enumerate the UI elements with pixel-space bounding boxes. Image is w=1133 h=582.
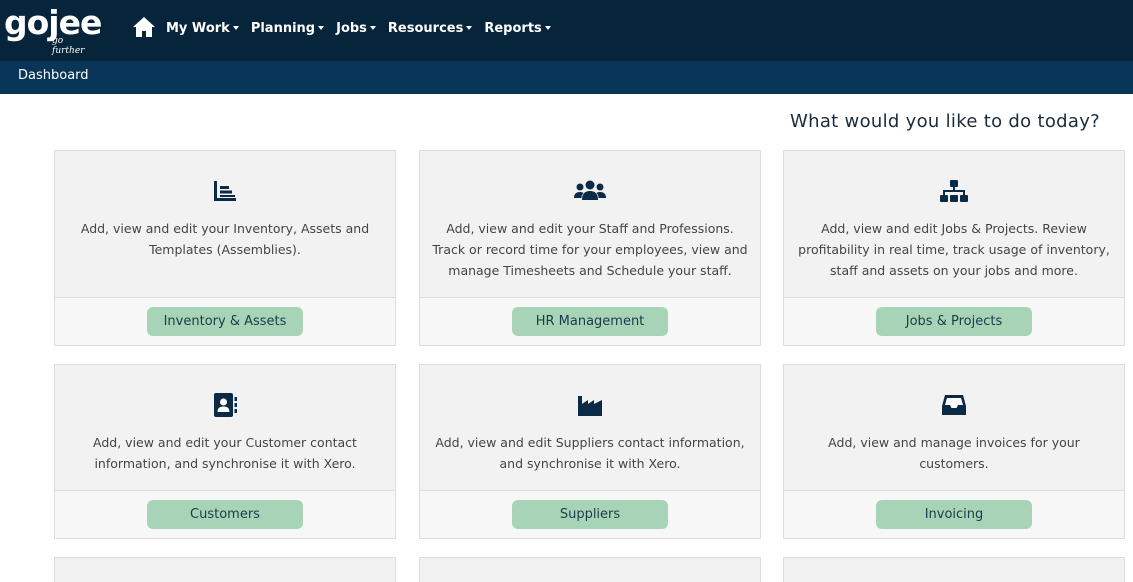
invoicing-button[interactable]: Invoicing <box>876 500 1032 529</box>
card-footer: Suppliers <box>420 491 760 538</box>
top-navbar: gojee go further My Work Planning Jobs R… <box>0 0 1133 61</box>
chevron-down-icon <box>318 26 325 30</box>
hr-management-button[interactable]: HR Management <box>512 307 668 336</box>
address-book-icon <box>214 393 237 417</box>
chevron-down-icon <box>544 26 551 30</box>
menu-planning[interactable]: Planning <box>250 19 325 37</box>
customers-button[interactable]: Customers <box>147 500 303 529</box>
menu-reports[interactable]: Reports <box>484 19 551 37</box>
users-icon <box>574 180 606 200</box>
card-description: Add, view and edit Jobs & Projects. Revi… <box>798 221 1110 278</box>
card-jobs: Add, view and edit Jobs & Projects. Revi… <box>783 150 1125 346</box>
menu-reports-label: Reports <box>484 20 542 36</box>
chevron-down-icon <box>369 26 376 30</box>
chevron-down-icon <box>466 26 473 30</box>
menu-planning-label: Planning <box>250 20 316 36</box>
card-footer: Inventory & Assets <box>55 298 395 345</box>
card-body: Add, view and edit your Staff and Profes… <box>420 151 760 298</box>
menu-my-work[interactable]: My Work <box>166 19 239 37</box>
card-body: Add, view and manage invoices for your c… <box>784 365 1124 491</box>
suppliers-button[interactable]: Suppliers <box>512 500 668 529</box>
gojee-logo[interactable]: gojee go further <box>4 4 102 57</box>
card-footer: Customers <box>55 491 395 538</box>
breadcrumb: Dashboard <box>18 68 89 83</box>
card-description: Add, view and edit Suppliers contact inf… <box>435 435 745 471</box>
menu-jobs-label: Jobs <box>336 20 367 36</box>
industry-icon <box>578 396 602 416</box>
card-inventory: Add, view and edit your Inventory, Asset… <box>54 150 396 346</box>
card-description: Add, view and edit your Staff and Profes… <box>432 221 748 278</box>
card-footer: Invoicing <box>784 491 1124 538</box>
menu-my-work-label: My Work <box>166 20 230 36</box>
card-description: Add, view and edit your Customer contact… <box>93 435 357 471</box>
card-suppliers: Add, view and edit Suppliers contact inf… <box>419 364 761 539</box>
logo-tagline: go further <box>52 36 85 56</box>
card-partial <box>783 557 1125 582</box>
menu-resources-label: Resources <box>387 20 464 36</box>
page-title: What would you like to do today? <box>790 111 1100 132</box>
inbox-icon <box>942 395 966 415</box>
card-body: Add, view and edit Suppliers contact inf… <box>420 365 760 491</box>
sitemap-icon <box>940 180 968 202</box>
breadcrumb-bar: Dashboard <box>0 61 1133 94</box>
card-footer: Jobs & Projects <box>784 298 1124 345</box>
card-partial <box>54 557 396 582</box>
card-body: Add, view and edit Jobs & Projects. Revi… <box>784 151 1124 298</box>
main-menu: My Work Planning Jobs Resources Reports <box>166 19 563 37</box>
card-footer: HR Management <box>420 298 760 345</box>
card-partial <box>419 557 761 582</box>
card-hr: Add, view and edit your Staff and Profes… <box>419 150 761 346</box>
inventory-assets-button[interactable]: Inventory & Assets <box>147 307 303 336</box>
menu-resources[interactable]: Resources <box>387 19 473 37</box>
chevron-down-icon <box>232 26 239 30</box>
menu-jobs[interactable]: Jobs <box>336 19 376 37</box>
card-body: Add, view and edit your Inventory, Asset… <box>55 151 395 298</box>
card-description: Add, view and manage invoices for your c… <box>828 435 1080 471</box>
jobs-projects-button[interactable]: Jobs & Projects <box>876 307 1032 336</box>
card-description: Add, view and edit your Inventory, Asset… <box>80 221 370 257</box>
card-customers: Add, view and edit your Customer contact… <box>54 364 396 539</box>
card-invoicing: Add, view and manage invoices for your c… <box>783 364 1125 539</box>
home-icon[interactable] <box>132 16 156 38</box>
inventory-icon <box>214 181 236 201</box>
card-body: Add, view and edit your Customer contact… <box>55 365 395 491</box>
